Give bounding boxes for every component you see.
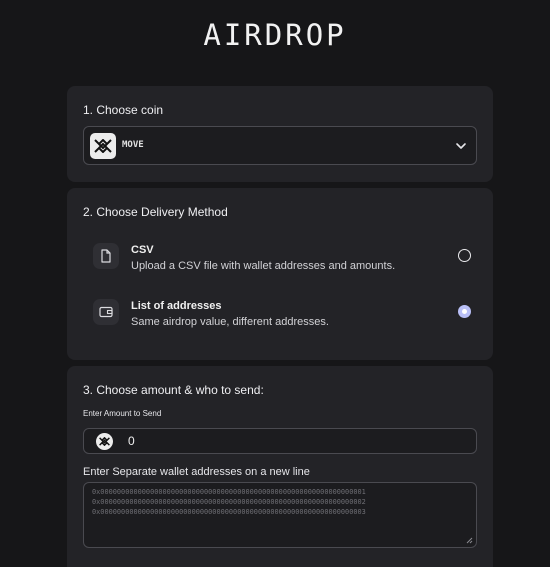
address-placeholder-line: 0x00000000000000000000000000000000000000… bbox=[92, 508, 366, 516]
option-description: Upload a CSV file with wallet addresses … bbox=[131, 260, 396, 272]
page-title: AIRDROP bbox=[203, 18, 347, 52]
wallet-icon bbox=[93, 299, 119, 325]
choose-coin-card: 1. Choose coin MOVE bbox=[67, 86, 493, 182]
amount-recipients-heading: 3. Choose amount & who to send: bbox=[83, 383, 264, 397]
list-of-addresses-radio[interactable] bbox=[458, 305, 471, 318]
addresses-label: Enter Separate wallet addresses on a new… bbox=[83, 466, 310, 478]
radio-selected-dot bbox=[462, 309, 467, 314]
option-title: List of addresses bbox=[131, 300, 222, 312]
delivery-method-heading: 2. Choose Delivery Method bbox=[83, 205, 228, 219]
delivery-option-csv[interactable]: CSV Upload a CSV file with wallet addres… bbox=[93, 241, 471, 281]
amount-label: Enter Amount to Send bbox=[83, 409, 162, 418]
option-description: Same airdrop value, different addresses. bbox=[131, 316, 329, 328]
file-icon bbox=[93, 243, 119, 269]
delivery-method-card: 2. Choose Delivery Method CSV Upload a C… bbox=[67, 188, 493, 360]
addresses-textarea[interactable]: 0x00000000000000000000000000000000000000… bbox=[83, 482, 477, 548]
amount-input[interactable]: 0 bbox=[83, 428, 477, 454]
move-logo-icon bbox=[96, 433, 113, 450]
coin-select[interactable]: MOVE bbox=[83, 126, 477, 165]
chevron-down-icon bbox=[456, 143, 466, 149]
csv-radio[interactable] bbox=[458, 249, 471, 262]
selected-coin-name: MOVE bbox=[122, 140, 144, 150]
amount-recipients-card: 3. Choose amount & who to send: Enter Am… bbox=[67, 366, 493, 567]
amount-value: 0 bbox=[128, 434, 135, 448]
option-title: CSV bbox=[131, 244, 154, 256]
airdrop-page: AIRDROP 1. Choose coin MOVE 2. Choose De… bbox=[0, 0, 550, 567]
resize-grip-icon[interactable] bbox=[466, 537, 473, 544]
address-placeholder-line: 0x00000000000000000000000000000000000000… bbox=[92, 488, 366, 496]
move-logo-icon bbox=[90, 133, 116, 159]
delivery-option-list-of-addresses[interactable]: List of addresses Same airdrop value, di… bbox=[93, 297, 471, 337]
address-placeholder-line: 0x00000000000000000000000000000000000000… bbox=[92, 498, 366, 506]
choose-coin-heading: 1. Choose coin bbox=[83, 103, 164, 117]
